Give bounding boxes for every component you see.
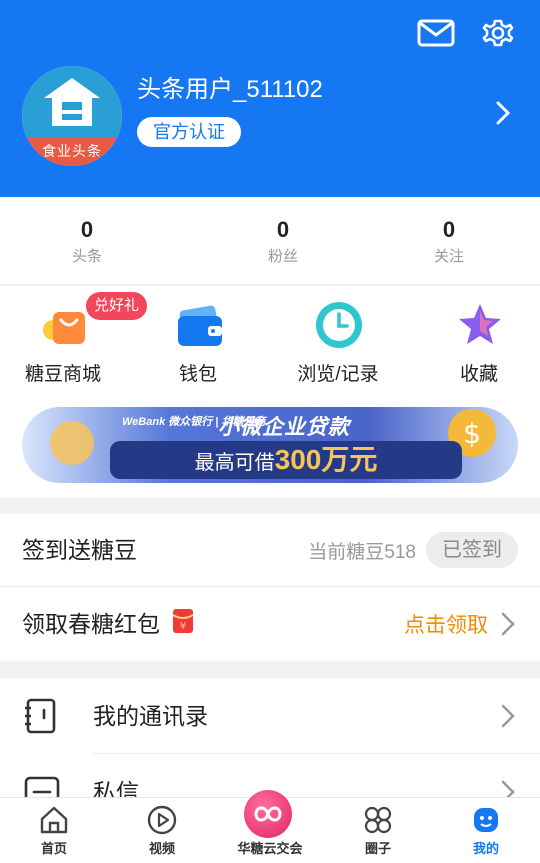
stat-followers[interactable]: 0 粉丝 [223, 197, 343, 285]
quick-item-favorites[interactable]: 收藏 [424, 300, 534, 390]
tab-label: 我的 [472, 841, 499, 856]
red-packet-title-text: 领取春糖红包 [22, 611, 160, 637]
stats-bar: 0 头条 0 粉丝 0 关注 [0, 197, 540, 285]
banner-subtitle: 最高可借300万元 [110, 441, 462, 479]
banner-sub-prefix: 最高可借 [194, 452, 275, 474]
tab-label: 圈子 [364, 841, 391, 856]
username[interactable]: 头条用户_511102 [137, 74, 323, 106]
banner-sub-amount: 300万元 [274, 444, 378, 475]
signed-in-button[interactable]: 已签到 [426, 532, 518, 568]
tab-label: 视频 [148, 841, 175, 856]
gift-badge: 兑好礼 [86, 292, 148, 320]
stat-label: 粉丝 [267, 248, 298, 265]
tab-me[interactable]: 我的 [432, 798, 540, 863]
avatar-logo-icon [22, 66, 122, 138]
tab-label: 华糖云交会 [237, 841, 303, 856]
svg-text:¥: ¥ [180, 621, 186, 632]
checkin-title: 签到送糖豆 [22, 537, 137, 563]
quick-item-history[interactable]: 浏览/记录 [283, 300, 393, 390]
tab-circles[interactable]: 圈子 [324, 798, 432, 863]
clock-icon [314, 300, 364, 350]
home-icon [38, 804, 70, 836]
red-packet-row[interactable]: 领取春糖红包 ¥ 点击领取 [0, 587, 540, 661]
play-icon [146, 804, 178, 836]
contacts-row[interactable]: 我的通讯录 [0, 678, 540, 754]
shopping-bag-icon [39, 300, 89, 350]
chevron-right-icon[interactable] [490, 98, 516, 128]
profile-icon [470, 804, 502, 836]
svg-text:$: $ [463, 417, 481, 450]
stat-following[interactable]: 0 关注 [389, 197, 509, 285]
red-envelope-icon: ¥ [172, 609, 194, 633]
checkin-right: 当前糖豆518 已签到 [308, 514, 518, 586]
stat-value: 0 [276, 217, 290, 242]
tab-video[interactable]: 视频 [108, 798, 216, 863]
star-icon [455, 300, 505, 350]
tab-home[interactable]: 首页 [0, 798, 108, 863]
red-packet-right: 点击领取 [404, 587, 518, 661]
mail-icon[interactable] [416, 16, 456, 50]
circles-icon [362, 804, 394, 836]
avatar[interactable]: 食业头条 [22, 66, 122, 166]
red-packet-title: 领取春糖红包 ¥ [22, 587, 196, 661]
avatar-caption: 食业头条 [22, 138, 122, 166]
coin-icon [50, 421, 94, 465]
beans-count: 当前糖豆518 [308, 541, 416, 563]
gear-icon[interactable] [478, 16, 518, 50]
quick-item-label: 浏览/记录 [297, 364, 379, 385]
quick-item-label: 糖豆商城 [24, 364, 101, 385]
tab-label: 首页 [40, 841, 67, 856]
stat-label: 关注 [433, 248, 464, 265]
loan-banner[interactable]: $ WeBank 微众银行 | 华糖云商 小微企业贷款 最高可借300万元 [22, 407, 518, 483]
expo-icon[interactable] [244, 790, 292, 838]
quick-item-label: 钱包 [178, 364, 217, 385]
stat-value: 0 [80, 217, 94, 242]
profile-header: 食业头条 头条用户_511102 官方认证 [0, 0, 540, 197]
chevron-right-icon [498, 610, 518, 638]
verified-badge[interactable]: 官方认证 [137, 117, 241, 147]
stat-label: 头条 [71, 248, 102, 265]
wallet-icon [174, 300, 224, 350]
contacts-label: 我的通讯录 [93, 703, 208, 729]
stat-headlines[interactable]: 0 头条 [27, 197, 147, 285]
contacts-book-icon [22, 696, 62, 736]
banner-title: 小微企业贷款 [218, 416, 350, 439]
quick-item-label: 收藏 [459, 364, 498, 385]
stat-value: 0 [442, 217, 456, 242]
avatar-text: 食业头条 [42, 143, 102, 160]
claim-link[interactable]: 点击领取 [404, 609, 488, 639]
quick-item-wallet[interactable]: 钱包 [143, 300, 253, 390]
chevron-right-icon [498, 702, 518, 730]
checkin-row[interactable]: 签到送糖豆 当前糖豆518 已签到 [0, 514, 540, 586]
